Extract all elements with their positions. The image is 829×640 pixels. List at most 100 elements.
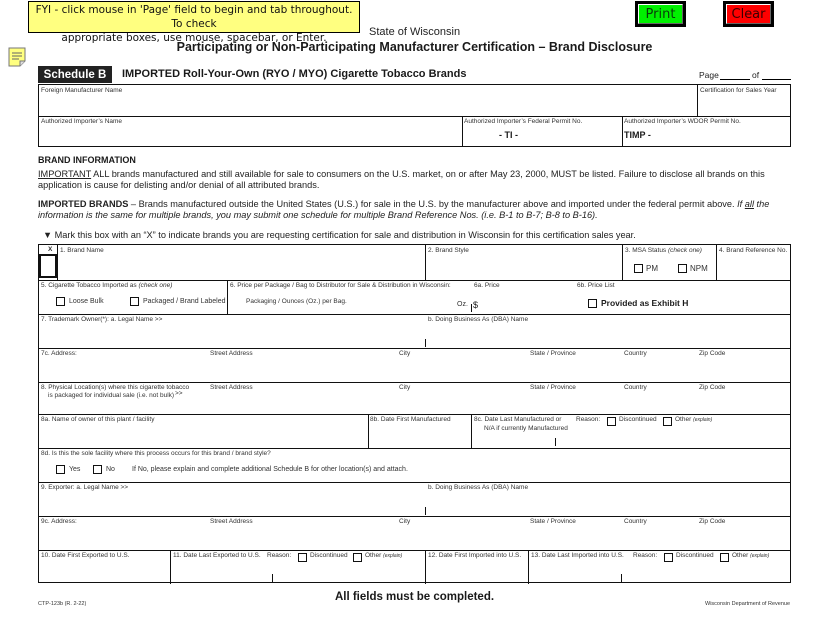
page-input[interactable] [720,68,750,79]
of-underline [762,79,791,80]
note-icon[interactable] [8,47,26,67]
discontinued-13-checkbox[interactable] [664,553,673,562]
brand-style-input[interactable] [428,257,618,277]
discontinued-8c-checkbox[interactable] [607,417,616,426]
address-7c-label: 7c. Address: [41,350,77,357]
date-8b-label: 8b. Date First Manufactured [370,416,451,423]
price-input[interactable] [481,298,571,311]
other-8c-checkbox[interactable] [663,417,672,426]
date-12-label: 12. Date First Imported into U.S. [428,552,522,559]
other-13-checkbox[interactable] [720,553,729,562]
npm-checkbox[interactable] [678,264,687,273]
other-8c-text: Other [675,416,692,423]
date-8c-label-2: N/A if currently Manufactured [484,425,568,432]
foreign-manufacturer-input[interactable] [41,97,691,115]
divider [39,382,790,383]
date-11-input[interactable] [173,565,423,579]
loose-bulk-label: Loose Bulk [69,298,104,305]
divider [471,414,472,448]
date-10-label: 10. Date First Exported to U.S. [41,552,130,559]
date-13-input[interactable] [531,565,787,579]
clear-button-label[interactable]: Clear [726,4,771,24]
dollar-sign: $ [473,300,479,310]
print-button[interactable]: Print [635,1,686,27]
divider [170,550,171,584]
if-no-label: If No, please explain and complete addit… [132,466,408,473]
brand-info-heading: BRAND INFORMATION [38,155,136,165]
page-title: Participating or Non-Participating Manuf… [0,40,829,54]
imported-paragraph: IMPORTED BRANDS – Brands manufactured ou… [38,199,792,221]
imported-italic-1: If [737,199,745,209]
street-label-9c: Street Address [210,518,253,525]
exporter-dba-input[interactable] [428,495,788,513]
pm-checkbox[interactable] [634,264,643,273]
other-8c-label: Other (explain) [675,416,712,423]
certification-mark-box[interactable] [39,254,57,278]
other-11-checkbox[interactable] [353,553,362,562]
imported-as-hint: (check one) [138,282,173,289]
no-checkbox[interactable] [93,465,102,474]
trademark-dba-input[interactable] [428,327,788,345]
address-9c-input[interactable] [41,529,786,547]
other-13-explain: (explain) [750,553,770,559]
of-label: of [752,70,760,80]
divider [716,245,717,280]
federal-permit-value[interactable]: - TI - [499,130,518,140]
price-6a-label: 6a. Price [474,282,500,289]
other-13-text: Other [732,552,749,559]
print-button-label[interactable]: Print [638,4,683,24]
physical-location-label-1: 8. Physical Location(s) where this cigar… [41,384,190,391]
zip-label-7c: Zip Code [699,350,726,357]
state-label-7c: State / Province [530,350,576,357]
divider [622,245,623,280]
date-11-label: 11. Date Last Exported to U.S. [173,552,261,559]
owner-8a-input[interactable] [41,427,364,445]
divider [39,348,790,349]
date-8c-input[interactable] [474,434,786,446]
discontinued-11-checkbox[interactable] [298,553,307,562]
date-12-input[interactable] [428,563,526,579]
divider [462,116,463,147]
physical-location-input[interactable] [199,395,787,413]
federal-permit-label: Authorized Importer’s Federal Permit No. [464,118,583,125]
importer-name-input[interactable] [41,128,459,145]
divider [39,516,790,517]
tick [425,339,426,347]
schedule-badge: Schedule B [38,66,112,83]
trademark-owner-label: 7. Trademark Owner(*): a. Legal Name >> [41,316,163,323]
packaged-label: Packaged / Brand Labeled [143,298,226,305]
loose-bulk-checkbox[interactable] [56,297,65,306]
exhibit-h-checkbox[interactable] [588,299,597,308]
brand-name-input[interactable] [60,257,422,277]
exporter-input[interactable] [41,495,421,513]
zip-label-8: Zip Code [699,384,726,391]
sales-year-input[interactable] [700,97,788,115]
address-7c-input[interactable] [41,361,786,379]
top-fields-box: Foreign Manufacturer Name Certification … [38,84,791,147]
packaging-label: Packaging / Ounces (Oz.) per Bag. [246,298,347,305]
npm-label: NPM [690,264,708,273]
sole-8d-label: 8d. Is this the sole facility where this… [41,450,271,457]
brand-ref-label: 4. Brand Reference No. [719,247,788,254]
packaged-checkbox[interactable] [130,297,139,306]
clear-button[interactable]: Clear [723,1,774,27]
divider [39,414,790,415]
date-10-input[interactable] [41,563,167,579]
msa-status-text: 3. MSA Status [625,247,667,254]
of-input[interactable] [762,68,791,79]
exhibit-h-label: Provided as Exhibit H [601,298,689,308]
yes-checkbox[interactable] [56,465,65,474]
wdor-permit-value[interactable]: TIMP - [624,130,651,140]
divider [622,116,623,147]
reason-label-8c: Reason: [576,416,601,423]
price-6b-label: 6b. Price List [577,282,615,289]
schedule-title: IMPORTED Roll-Your-Own (RYO / MYO) Cigar… [122,68,467,80]
imported-italic-all: all [744,199,754,209]
street-label-8: Street Address [210,384,253,391]
divider [39,280,790,281]
physical-location-label-2: is packaged for individual sale (i.e. no… [48,392,175,399]
trademark-owner-input[interactable] [41,327,421,345]
date-8b-input[interactable] [370,427,470,445]
x-label: X [48,246,53,253]
brand-ref-input[interactable] [719,257,789,277]
